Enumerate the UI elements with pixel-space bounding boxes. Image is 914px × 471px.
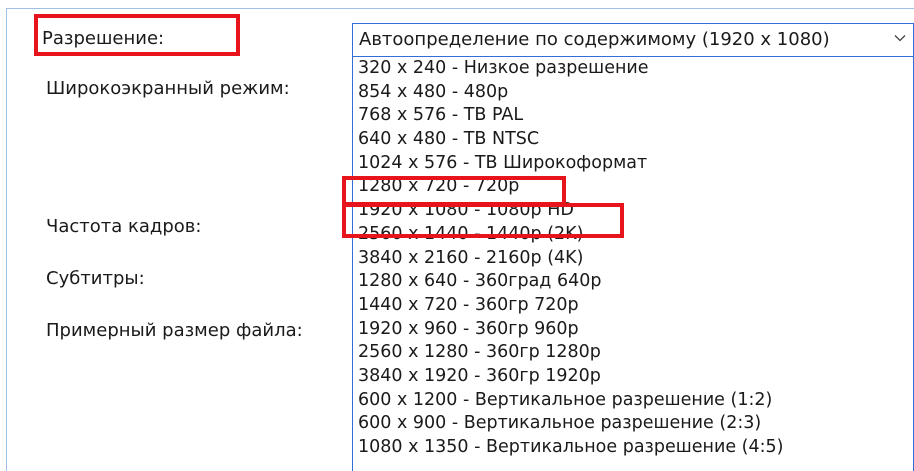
subtitles-label: Субтитры:: [46, 268, 145, 289]
resolution-option[interactable]: 1920 x 960 - 360гр 960p: [353, 318, 913, 342]
resolution-option[interactable]: 2560 x 1280 - 360гр 1280p: [353, 341, 913, 365]
resolution-option[interactable]: 1280 x 640 - 360град 640p: [353, 270, 913, 294]
resolution-option[interactable]: 1440 x 720 - 360гр 720p: [353, 294, 913, 318]
resolution-option[interactable]: 1080 x 1350 - Вертикальное разрешение (4…: [353, 436, 913, 460]
resolution-option[interactable]: 768 x 576 - ТВ PAL: [353, 104, 913, 128]
framerate-label: Частота кадров:: [46, 216, 202, 237]
resolution-option[interactable]: 600 x 900 - Вертикальное разрешение (2:3…: [353, 412, 913, 436]
option-1080p-highlight: [342, 203, 624, 238]
resolution-option[interactable]: 3840 x 1920 - 360гр 1920p: [353, 365, 913, 389]
resolution-option[interactable]: 854 x 480 - 480p: [353, 81, 913, 105]
resolution-label-highlight: [34, 14, 240, 56]
resolution-select[interactable]: Автоопределение по содержимому (1920 x 1…: [352, 23, 914, 57]
option-720p-highlight: [342, 176, 566, 206]
resolution-option[interactable]: 640 x 480 - ТВ NTSC: [353, 128, 913, 152]
resolution-option[interactable]: 320 x 240 - Низкое разрешение: [353, 57, 913, 81]
resolution-option[interactable]: 3840 x 2160 - 2160p (4K): [353, 247, 913, 271]
filesize-label: Примерный размер файла:: [46, 320, 303, 341]
resolution-option[interactable]: 1024 x 576 - ТВ Широкоформат: [353, 152, 913, 176]
widescreen-label: Широкоэкранный режим:: [46, 78, 290, 99]
resolution-select-value: Автоопределение по содержимому (1920 x 1…: [359, 29, 830, 50]
chevron-down-icon[interactable]: [893, 31, 907, 45]
resolution-option[interactable]: 600 x 1200 - Вертикальное разрешение (1:…: [353, 389, 913, 413]
resolution-dropdown-list[interactable]: 320 x 240 - Низкое разрешение 854 x 480 …: [352, 57, 914, 471]
